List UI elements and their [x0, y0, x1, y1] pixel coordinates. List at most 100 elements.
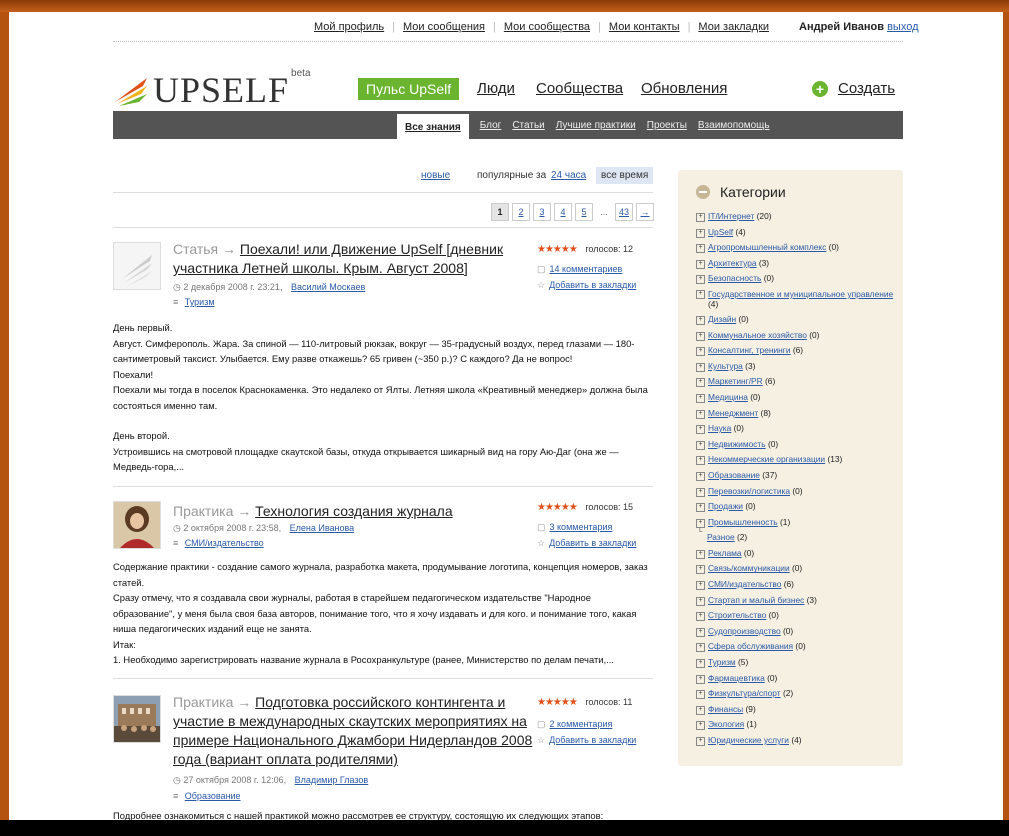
category-link[interactable]: Некоммерческие организации: [708, 454, 825, 464]
post-author-link[interactable]: Василий Москаев: [291, 282, 365, 292]
expand-icon[interactable]: +: [696, 228, 705, 238]
category-link[interactable]: Коммунальное хозяйство: [708, 330, 807, 340]
category-link[interactable]: Культура: [708, 361, 743, 371]
tab-projects[interactable]: Проекты: [647, 120, 687, 131]
tab-all-knowledge[interactable]: Все знания: [397, 113, 469, 141]
my-messages-link[interactable]: Мои сообщения: [403, 21, 485, 33]
categories-header[interactable]: Категории: [696, 184, 786, 200]
category-item[interactable]: + Государственное и муниципальное управле…: [696, 289, 896, 309]
expand-icon[interactable]: +: [696, 409, 705, 419]
my-profile-link[interactable]: Мой профиль: [314, 21, 384, 33]
tab-best-practices[interactable]: Лучшие практики: [556, 120, 636, 131]
expand-icon[interactable]: +: [696, 259, 705, 269]
category-item[interactable]: + Коммунальное хозяйство (0): [696, 328, 896, 344]
category-link[interactable]: Строительство: [708, 610, 766, 620]
category-item[interactable]: + Строительство (0): [696, 608, 896, 624]
expand-icon[interactable]: +: [696, 213, 705, 222]
category-link[interactable]: Образование: [708, 470, 760, 480]
logout-link[interactable]: выход: [887, 21, 918, 33]
expand-icon[interactable]: +: [696, 674, 705, 684]
category-link[interactable]: Судопроизводство: [708, 626, 781, 636]
category-link[interactable]: Сфера обслуживания: [708, 641, 793, 651]
expand-icon[interactable]: +: [696, 425, 705, 435]
comments-link[interactable]: 14 комментариев: [550, 264, 623, 274]
category-link[interactable]: Фармацевтика: [708, 673, 765, 683]
expand-icon[interactable]: +: [696, 362, 705, 372]
category-item[interactable]: + Медицина (0): [696, 390, 896, 406]
category-item[interactable]: + Агропромышленный комплекс (0): [696, 240, 896, 256]
site-logo[interactable]: UPSELF beta: [113, 64, 311, 108]
expand-icon[interactable]: +: [696, 737, 705, 746]
page-button[interactable]: 5: [575, 203, 593, 221]
filter-new-link[interactable]: новые: [421, 170, 450, 181]
expand-icon[interactable]: +: [696, 244, 705, 254]
filter-new[interactable]: новые: [421, 170, 450, 181]
category-item[interactable]: + Менеджмент (8): [696, 406, 896, 422]
category-link[interactable]: Недвижимость: [708, 439, 766, 449]
category-item[interactable]: + Архитектура (3): [696, 256, 896, 272]
my-communities-link[interactable]: Мои сообщества: [504, 21, 590, 33]
category-item[interactable]: + Образование (37): [696, 468, 896, 484]
expand-icon[interactable]: +: [696, 721, 705, 731]
category-item[interactable]: + IT/Интернет (20): [696, 209, 896, 225]
post-category-link[interactable]: Туризм: [185, 297, 215, 307]
create-link[interactable]: Создать: [838, 80, 895, 97]
category-item[interactable]: + Финансы (9): [696, 702, 896, 718]
category-link[interactable]: Реклама: [708, 548, 742, 558]
post-thumbnail[interactable]: [113, 501, 161, 549]
expand-icon[interactable]: +: [696, 331, 705, 341]
post-title-link[interactable]: Технология создания журнала: [255, 503, 452, 519]
comments-link[interactable]: 2 комментария: [550, 719, 613, 729]
category-link[interactable]: Медицина: [708, 392, 748, 402]
category-link[interactable]: Архитектура: [708, 258, 757, 268]
page-button[interactable]: 2: [512, 203, 530, 221]
page-button-last[interactable]: 43: [615, 203, 633, 221]
expand-icon[interactable]: +: [696, 471, 705, 481]
category-link[interactable]: Консалтинг, тренинги: [708, 345, 791, 355]
expand-icon[interactable]: +: [696, 565, 705, 575]
category-link[interactable]: Государственное и муниципальное управлен…: [708, 289, 893, 299]
filter-all-time[interactable]: все время: [596, 167, 654, 184]
filter-all-time-label[interactable]: все время: [596, 167, 654, 184]
expand-icon[interactable]: +: [696, 347, 705, 357]
nav-people-link[interactable]: Люди: [477, 80, 515, 97]
stars-icon[interactable]: ★★★★★: [537, 697, 578, 708]
expand-icon[interactable]: +: [696, 440, 705, 450]
category-item[interactable]: + Дизайн (0): [696, 312, 896, 328]
expand-icon[interactable]: +: [696, 275, 705, 285]
tab-blog[interactable]: Блог: [480, 120, 502, 131]
expand-icon[interactable]: +: [696, 315, 705, 325]
expand-icon[interactable]: +: [696, 627, 705, 637]
category-item[interactable]: + Юридические услуги (4): [696, 733, 896, 749]
bookmark-link[interactable]: Добавить в закладки: [549, 735, 636, 745]
bookmark-link[interactable]: Добавить в закладки: [549, 280, 636, 290]
category-link[interactable]: Безопасность: [708, 273, 761, 283]
category-link[interactable]: IT/Интернет: [708, 211, 754, 221]
category-item[interactable]: + Реклама (0): [696, 546, 896, 562]
post-category-link[interactable]: СМИ/издательство: [185, 538, 264, 548]
expand-icon[interactable]: +: [696, 487, 705, 497]
my-bookmarks-link[interactable]: Мои закладки: [698, 21, 769, 33]
expand-icon[interactable]: +: [696, 643, 705, 653]
category-item[interactable]: + Физкультура/спорт (2): [696, 686, 896, 702]
category-item[interactable]: + Сфера обслуживания (0): [696, 639, 896, 655]
post-category-link[interactable]: Образование: [185, 791, 241, 801]
category-link[interactable]: Туризм: [708, 657, 736, 667]
category-link[interactable]: Перевозки/логистика: [708, 486, 790, 496]
expand-icon[interactable]: +: [696, 378, 705, 388]
category-item[interactable]: + Маркетинг/PR (6): [696, 374, 896, 390]
nav-updates-link[interactable]: Обновления: [641, 80, 727, 97]
post-thumbnail[interactable]: [113, 242, 161, 290]
filter-24h-link[interactable]: 24 часа: [551, 170, 586, 181]
nav-communities[interactable]: Сообщества: [536, 80, 623, 97]
expand-icon[interactable]: +: [696, 393, 705, 403]
category-link[interactable]: Физкультура/спорт: [708, 688, 781, 698]
category-link[interactable]: Юридические услуги: [708, 735, 789, 745]
category-item[interactable]: + Консалтинг, тренинги (6): [696, 343, 896, 359]
category-item[interactable]: + Связь/коммуникации (0): [696, 561, 896, 577]
category-item[interactable]: + UpSelf (4): [696, 225, 896, 241]
expand-icon[interactable]: +: [696, 705, 705, 715]
stars-icon[interactable]: ★★★★★: [537, 502, 578, 513]
expand-icon[interactable]: +: [696, 456, 705, 466]
nav-updates[interactable]: Обновления: [641, 80, 727, 97]
